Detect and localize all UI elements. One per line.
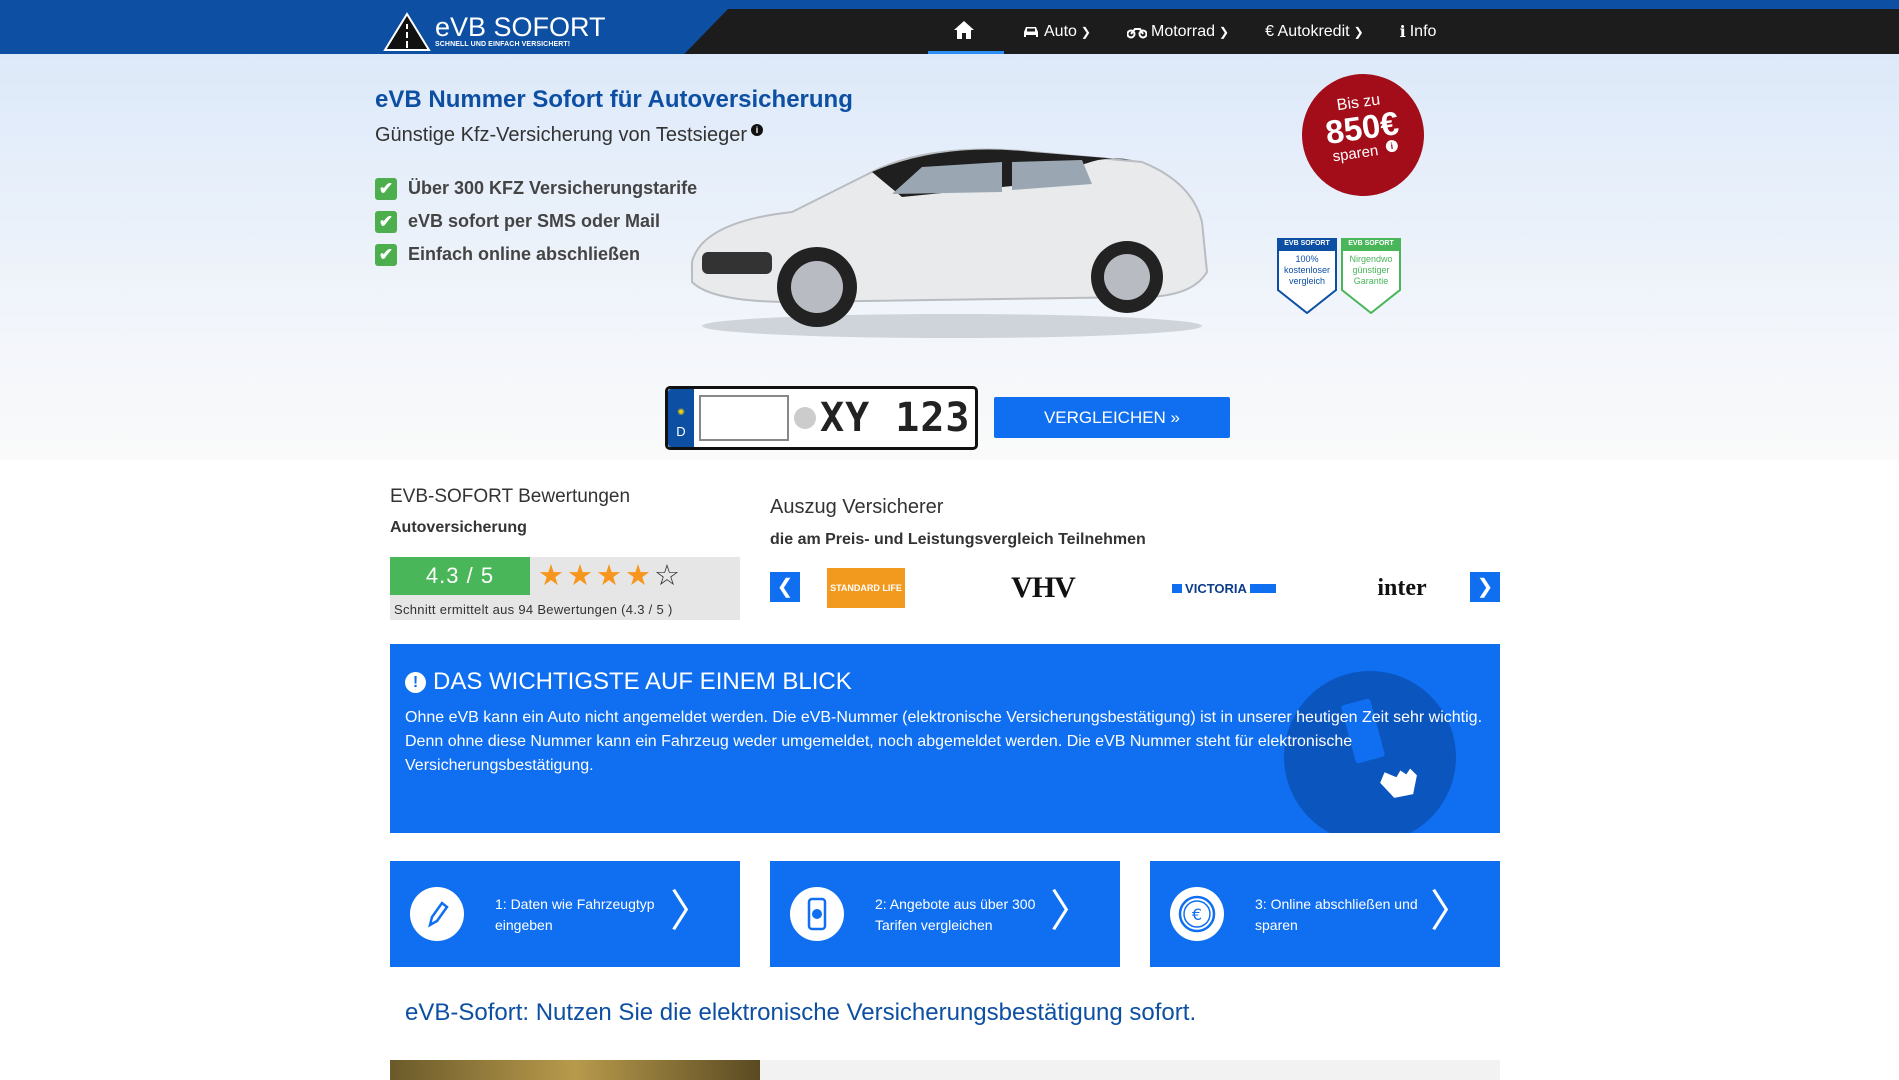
rating-score: 4.3 / 5 — [390, 557, 530, 595]
insurer-logo-standard-life[interactable]: STANDARD LIFE — [827, 568, 905, 608]
logo-road-icon — [383, 11, 431, 51]
nav-auto[interactable]: Auto ❯ — [1004, 9, 1109, 54]
checkmark-icon: ✔ — [375, 243, 397, 266]
license-plate-input[interactable]: ✺ D XY 123 — [665, 386, 978, 450]
ratings-box: 4.3 / 5 ★ ★ ★ ★ ☆ Schnitt ermittelt aus … — [390, 557, 740, 620]
chevron-right-icon: 〉 — [1050, 887, 1094, 936]
top-accent-line — [0, 0, 1899, 9]
article-image — [390, 1060, 760, 1080]
euro-icon: € — [1170, 887, 1224, 941]
nav-motorrad[interactable]: Motorrad ❯ — [1109, 9, 1247, 54]
star-filled-icon: ★ — [625, 560, 651, 592]
star-filled-icon: ★ — [596, 560, 622, 592]
eu-country-strip: ✺ D — [668, 389, 694, 447]
chevron-down-icon: ❯ — [1353, 24, 1364, 39]
motorcycle-icon — [1126, 27, 1147, 38]
car-icon — [1024, 26, 1038, 37]
section-title: eVB-Sofort: Nutzen Sie die elektronische… — [405, 999, 1197, 1026]
seal-free-comparison: EVB SOFORT 100% kostenloser vergleich — [1277, 238, 1337, 315]
nav-home[interactable] — [928, 9, 1004, 54]
savings-badge: Bis zu 850€ sparen i — [1294, 66, 1432, 204]
step-3-text: 3: Online abschließen und sparen — [1255, 896, 1418, 933]
nav-autokredit-label: € Autokredit — [1265, 22, 1350, 40]
carousel-prev-button[interactable]: ❮ — [770, 572, 800, 602]
info-icon[interactable]: i — [1385, 139, 1399, 153]
step-3-card[interactable]: € 3: Online abschließen und sparen 〉 — [1150, 861, 1500, 967]
star-filled-icon: ★ — [567, 560, 593, 592]
star-empty-icon: ☆ — [654, 560, 680, 592]
eu-stars-icon: ✺ — [677, 407, 685, 417]
compare-button[interactable]: VERGLEICHEN » — [994, 397, 1230, 438]
brand-logo[interactable]: eVB SOFORT SCHNELL UND EINFACH VERSICHER… — [383, 9, 606, 54]
star-filled-icon: ★ — [538, 560, 564, 592]
chevron-left-icon: ❮ — [776, 576, 794, 598]
nav-motorrad-label: Motorrad — [1150, 22, 1216, 40]
insurer-logo-vhv[interactable]: VHV — [1002, 568, 1084, 608]
chevron-right-icon: 〉 — [1430, 887, 1474, 936]
plate-placeholder-text: XY 123 — [820, 395, 971, 441]
key-info-box: ! DAS WICHTIGSTE AUF EINEM BLICK Ohne eVB… — [390, 644, 1500, 833]
step-2-card[interactable]: 2: Angebote aus über 300 Tarifen verglei… — [770, 861, 1120, 967]
insurers-title: Auszug Versicherer — [770, 496, 944, 518]
article-panel — [760, 1060, 1500, 1080]
exclamation-icon: ! — [405, 671, 426, 693]
step-1-text: 1: Daten wie Fahrzeugtyp eingeben — [495, 896, 655, 933]
brand-name: eVB SOFORT — [435, 11, 606, 42]
main-nav: Auto ❯ Motorrad ❯ € Autokredit ❯ i Info — [928, 9, 1454, 54]
nav-info-label: Info — [1409, 22, 1437, 40]
feature-item: ✔ Über 300 KFZ Versicherungstarife — [375, 172, 697, 205]
checkmark-icon: ✔ — [375, 177, 397, 200]
plate-seal-icon — [794, 407, 816, 429]
pencil-icon — [410, 887, 464, 941]
insurers-subtitle: die am Preis- und Leistungsvergleich Tei… — [770, 531, 1146, 548]
feature-list: ✔ Über 300 KFZ Versicherungstarife ✔ eVB s… — [375, 172, 697, 271]
info-icon: i — [1399, 22, 1406, 41]
ratings-subtitle: Autoversicherung — [390, 519, 527, 536]
smartphone-info-icon — [790, 887, 844, 941]
nav-info[interactable]: i Info — [1382, 9, 1455, 54]
svg-text:€: € — [1192, 905, 1202, 924]
ratings-title: EVB-SOFORT Bewertungen — [390, 486, 631, 507]
key-info-heading: ! DAS WICHTIGSTE AUF EINEM BLICK — [405, 668, 852, 696]
nav-auto-label: Auto — [1044, 22, 1077, 40]
home-icon — [954, 21, 974, 39]
step-1-card[interactable]: 1: Daten wie Fahrzeugtyp eingeben 〉 — [390, 861, 740, 967]
rating-note: Schnitt ermittelt aus 94 Bewertungen (4.… — [394, 602, 673, 617]
step-2-text: 2: Angebote aus über 300 Tarifen verglei… — [875, 896, 1036, 933]
star-rating: ★ ★ ★ ★ ☆ — [538, 561, 683, 591]
carousel-next-button[interactable]: ❯ — [1470, 572, 1500, 602]
key-info-text: Ohne eVB kann ein Auto nicht angemeldet … — [405, 709, 1483, 774]
insurer-logo-inter[interactable]: inter — [1362, 568, 1442, 608]
feature-item: ✔ eVB sofort per SMS oder Mail — [375, 205, 697, 238]
car-image — [691, 148, 1209, 338]
feature-item: ✔ Einfach online abschließen — [375, 238, 697, 271]
chevron-down-icon: ❯ — [1219, 24, 1230, 39]
insurer-logo-victoria[interactable]: VICTORIA — [1163, 568, 1285, 608]
brand-tagline: SCHNELL UND EINFACH VERSICHERT! — [435, 40, 571, 48]
checkmark-icon: ✔ — [375, 210, 397, 233]
seal-price-guarantee: EVB SOFORT Nirgendwo günstiger Garantie — [1341, 238, 1401, 315]
navbar: eVB SOFORT SCHNELL UND EINFACH VERSICHER… — [0, 9, 1899, 54]
hero-title: eVB Nummer Sofort für Autoversicherung — [375, 86, 853, 113]
chevron-right-icon: 〉 — [670, 887, 714, 936]
navbar-brand-area — [0, 9, 728, 54]
plate-district-field[interactable] — [699, 395, 789, 441]
nav-autokredit[interactable]: € Autokredit ❯ — [1247, 9, 1382, 54]
chevron-right-icon: ❯ — [1476, 576, 1494, 598]
chevron-down-icon: ❯ — [1080, 24, 1091, 39]
